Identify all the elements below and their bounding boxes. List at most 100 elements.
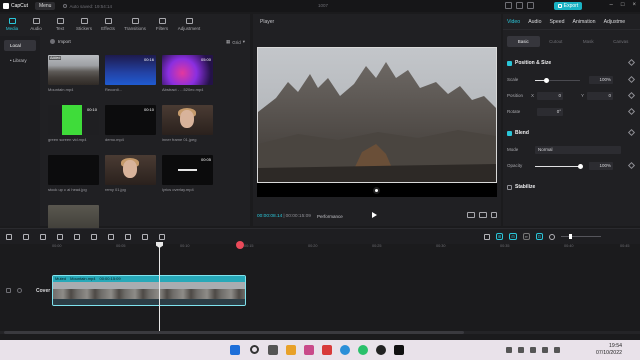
search-icon[interactable]: [250, 345, 259, 354]
language-icon[interactable]: [554, 347, 560, 353]
stabilize-header[interactable]: Stabilize: [507, 184, 637, 190]
lock-track-icon[interactable]: [6, 288, 11, 293]
media-item[interactable]: inner frame 01.jpeg: [162, 105, 213, 145]
reverse-icon[interactable]: [108, 233, 114, 240]
cover-button[interactable]: Cover: [36, 288, 50, 294]
hide-track-icon[interactable]: [17, 288, 22, 293]
crop-icon[interactable]: [479, 212, 487, 218]
subtab-canvas[interactable]: Canvas: [605, 36, 638, 47]
tab-animation[interactable]: Animation: [568, 19, 599, 25]
capcut-taskbar-icon[interactable]: [394, 345, 404, 355]
battery-icon[interactable]: [542, 347, 548, 353]
obs-icon[interactable]: [376, 345, 386, 355]
tool-filters[interactable]: Filters: [150, 14, 174, 34]
nav-local[interactable]: Local: [4, 40, 36, 51]
tool-effects[interactable]: Effects: [96, 14, 120, 34]
media-item[interactable]: 00:10 green screen vid.mp4: [48, 105, 99, 145]
performance-dropdown[interactable]: Performance: [317, 214, 343, 219]
windows-start-icon[interactable]: [230, 345, 240, 355]
media-item[interactable]: remy 01.jpg: [105, 155, 156, 195]
stabilize-checkbox[interactable]: [507, 184, 512, 190]
media-item[interactable]: 00:05 lyrics overlay.mp4: [162, 155, 213, 195]
zoom-slider[interactable]: [560, 234, 601, 239]
taskbar-app-icon[interactable]: [304, 345, 314, 355]
system-clock[interactable]: 19:54 07/10/2022: [596, 343, 622, 357]
ratio-icon[interactable]: [467, 212, 475, 218]
tool-text[interactable]: Text: [48, 14, 72, 34]
shortcut-icon[interactable]: [516, 2, 523, 9]
tool-transitions[interactable]: Transitions: [120, 14, 150, 34]
undo-icon[interactable]: [23, 233, 29, 240]
position-x-field[interactable]: 0: [537, 92, 563, 100]
tab-audio[interactable]: Audio: [524, 19, 545, 25]
file-explorer-icon[interactable]: [286, 345, 296, 355]
subtab-mask[interactable]: Mask: [572, 36, 605, 47]
import-button[interactable]: Import: [50, 39, 71, 44]
grid-view-toggle[interactable]: ▦ Grid ▾: [226, 39, 245, 45]
mirror-icon[interactable]: [125, 233, 131, 240]
video-preview[interactable]: [257, 47, 497, 197]
tab-adjustment[interactable]: Adjustme: [600, 19, 630, 25]
keyframe-icon[interactable]: [627, 91, 636, 100]
layout-icon[interactable]: [505, 2, 512, 9]
tool-adjustment[interactable]: Adjustment: [174, 14, 204, 34]
crop-tool-icon[interactable]: [159, 233, 165, 240]
nav-library[interactable]: • Library: [4, 55, 36, 66]
opacity-value[interactable]: 100%: [589, 162, 613, 170]
keyframe-icon[interactable]: [627, 107, 636, 116]
tab-speed[interactable]: Speed: [545, 19, 568, 25]
scrollbar-thumb[interactable]: [4, 331, 464, 334]
play-icon[interactable]: [372, 212, 377, 218]
subtab-cutout[interactable]: Cutout: [540, 36, 573, 47]
linkage-icon[interactable]: ∞: [522, 233, 530, 240]
zoom-knob[interactable]: [568, 234, 572, 239]
subtab-basic[interactable]: Basic: [507, 36, 540, 47]
freeze-icon[interactable]: [91, 233, 97, 240]
media-item[interactable]: 05:00 Abstract - ...520ec.mp4: [162, 55, 213, 95]
slider-knob[interactable]: [577, 164, 583, 169]
main-track-magnet-icon[interactable]: ⊞: [496, 233, 504, 240]
edge-browser-icon[interactable]: [340, 345, 350, 355]
delete-icon[interactable]: [74, 233, 80, 240]
video-clip[interactable]: Muted Mountain.mp4 00:00:15:09: [52, 275, 246, 306]
zoom-out-icon[interactable]: [548, 233, 555, 240]
redo-icon[interactable]: [40, 233, 46, 240]
media-item[interactable]: 00:10 demo.mp4: [105, 105, 156, 145]
position-size-header[interactable]: Position & Size: [507, 60, 637, 66]
task-view-icon[interactable]: [268, 345, 278, 355]
timeline-ruler[interactable]: 00:00 00:05 00:10 00:15 00:20 00:25 00:3…: [0, 244, 640, 252]
timeline-tracks[interactable]: Cover Muted Mountain.mp4 00:00:15:09: [0, 252, 640, 340]
blend-header[interactable]: Blend: [507, 130, 637, 136]
blend-checkbox[interactable]: [507, 130, 512, 136]
select-tool-icon[interactable]: [6, 233, 12, 240]
tab-video[interactable]: Video: [503, 19, 524, 25]
playhead[interactable]: [156, 242, 163, 332]
media-item[interactable]: stock up c ai head.jpg: [48, 155, 99, 195]
blend-mode-select[interactable]: Normal: [535, 146, 621, 154]
position-y-field[interactable]: 0: [587, 92, 613, 100]
video-canvas[interactable]: [257, 47, 497, 183]
tool-stickers[interactable]: Stickers: [72, 14, 96, 34]
split-icon[interactable]: [57, 233, 63, 240]
feedback-icon[interactable]: [527, 2, 534, 9]
scale-slider[interactable]: [535, 78, 580, 83]
export-button[interactable]: Export: [554, 2, 582, 10]
preview-axis-icon[interactable]: ⊡: [535, 233, 543, 240]
microphone-icon[interactable]: [484, 233, 490, 240]
auto-snap-icon[interactable]: ⊟: [509, 233, 517, 240]
close-icon[interactable]: ×: [632, 2, 636, 8]
scale-value[interactable]: 100%: [589, 76, 613, 84]
fullscreen-icon[interactable]: [491, 212, 497, 218]
tool-audio[interactable]: Audio: [24, 14, 48, 34]
slider-knob[interactable]: [543, 78, 549, 83]
position-size-checkbox[interactable]: [507, 60, 512, 66]
volume-icon[interactable]: [530, 347, 536, 353]
chrome-browser-icon[interactable]: [358, 345, 368, 355]
timeline-scrollbar[interactable]: [0, 331, 640, 334]
minimize-icon[interactable]: –: [610, 2, 613, 8]
opacity-slider[interactable]: [535, 164, 583, 169]
timeline-marker[interactable]: [236, 241, 244, 249]
chevron-up-icon[interactable]: [506, 347, 512, 353]
rotate-handle[interactable]: [373, 187, 380, 194]
taskbar-app-icon[interactable]: [322, 345, 332, 355]
